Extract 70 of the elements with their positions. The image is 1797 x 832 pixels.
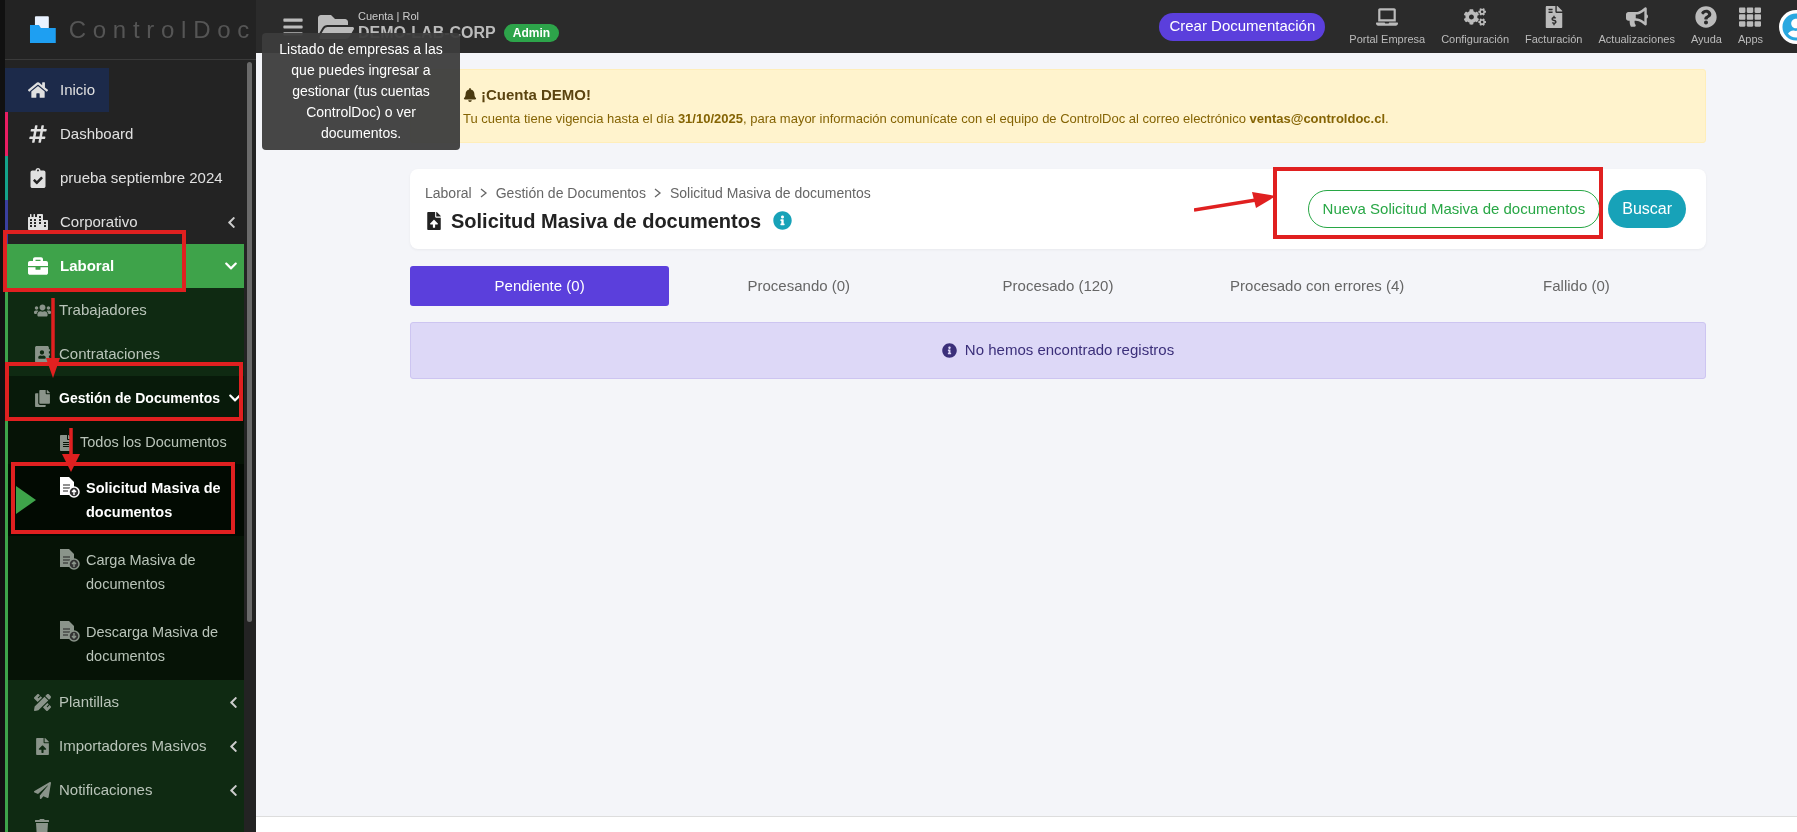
paper-plane-icon [34,781,51,799]
create-documentation-button[interactable]: Crear Documentación [1159,12,1326,41]
toolbar-link[interactable]: Actualizaciones [1590,3,1683,50]
menu-label: Descarga Masiva de documentos [86,623,220,666]
ruler-pencil-icon [34,693,51,711]
menu-label: Solicitud Masiva de documentos [86,479,222,522]
annotation-arrow [62,428,80,472]
banner-text: Tu cuenta tiene vigencia hasta el día 31/10/2025, para mayor información comunícate con el equipo de ControlDoc al correo electrónico ventas@controldoc.cl. [463,109,1390,128]
clipboard-check-icon [28,168,48,188]
status-tab[interactable]: Procesado con errores (4) [1187,266,1447,306]
contact-card-icon [34,345,51,363]
status-tab[interactable]: Procesando (0) [669,266,929,306]
chevron-left-icon [227,783,240,797]
active-marker-icon [16,486,36,514]
breadcrumb-link[interactable]: Laboral [425,182,472,204]
submenu-item[interactable]: Carga Masiva de documentos [8,536,244,608]
menu-item[interactable]: prueba septiembre 2024 [5,156,244,200]
chevron-left-icon [227,695,240,709]
chevron-left-icon [227,739,240,753]
trash-icon [34,819,50,832]
document-upload-icon [58,548,80,570]
apps-grid-icon [1739,5,1762,28]
tooltip: Listado de empresas a las que puedes ingresar a gestionar (tus cuentas ControlDoc) o ver documentos. [262,33,460,150]
bell-icon [463,88,477,103]
submenu-item[interactable]: Gestión de Documentos [8,376,244,420]
toolbar-link[interactable]: Configuración [1433,3,1517,50]
submenu-item[interactable]: Importadores Masivos [8,724,244,768]
banner-title: ¡Cuenta DEMO! [481,85,591,105]
toolbar-link[interactable]: Apps [1729,3,1771,50]
status-tab[interactable]: Fallido (0) [1446,266,1706,306]
document-upload-icon [425,211,443,230]
account-caption: Cuenta | Rol [358,11,420,22]
submenu-item[interactable]: Contrataciones [8,332,244,376]
buildings-icon [28,212,48,232]
submenu-item[interactable]: Descarga Masiva de documentos [8,608,244,680]
menu-item[interactable]: Dashboard [5,112,244,156]
toolbar-link[interactable]: Facturación [1517,3,1591,50]
status-tab[interactable]: Procesado (120) [928,266,1188,306]
home-icon [28,80,48,100]
breadcrumb-link[interactable]: Solicitud Masiva de documentos [669,182,871,204]
chevron-left-icon [225,215,238,229]
submenu-item[interactable]: Notificaciones [8,768,244,812]
breadcrumb-link[interactable]: Gestión de Documentos [495,182,646,204]
document-upload-icon [58,476,80,498]
document-download-icon [58,620,80,642]
chevron-right-icon [479,188,488,198]
status-tab[interactable]: Pendiente (0) [410,266,670,306]
upload-icon [34,737,51,755]
laptop-icon [1376,5,1399,28]
hash-icon [28,124,48,144]
briefcase-icon [28,256,48,276]
menu-label: Carga Masiva de documentos [86,551,197,594]
logo-icon [29,14,57,45]
page-title: Solicitud Masiva de documentos [451,208,762,234]
submenu-item[interactable]: Trabajadores [8,288,244,332]
toolbar-link[interactable]: Ayuda [1682,3,1730,50]
help-icon [1695,5,1718,28]
documents-icon [34,389,51,407]
toolbar-link[interactable]: Portal Empresa [1341,3,1434,50]
menu-item[interactable]: Inicio [5,68,109,112]
role-badge: Admin [503,24,560,42]
info-icon[interactable] [773,211,793,230]
megaphone-icon [1625,5,1648,28]
chevron-right-icon [653,188,662,198]
gears-icon [1464,5,1487,28]
scrollbar[interactable] [247,62,252,622]
submenu-item[interactable]: Plantillas [8,680,244,724]
menu-label: Todos los Documentos [80,433,228,452]
info-icon [941,343,957,358]
empty-message: No hemos encontrado registros [964,340,1175,361]
